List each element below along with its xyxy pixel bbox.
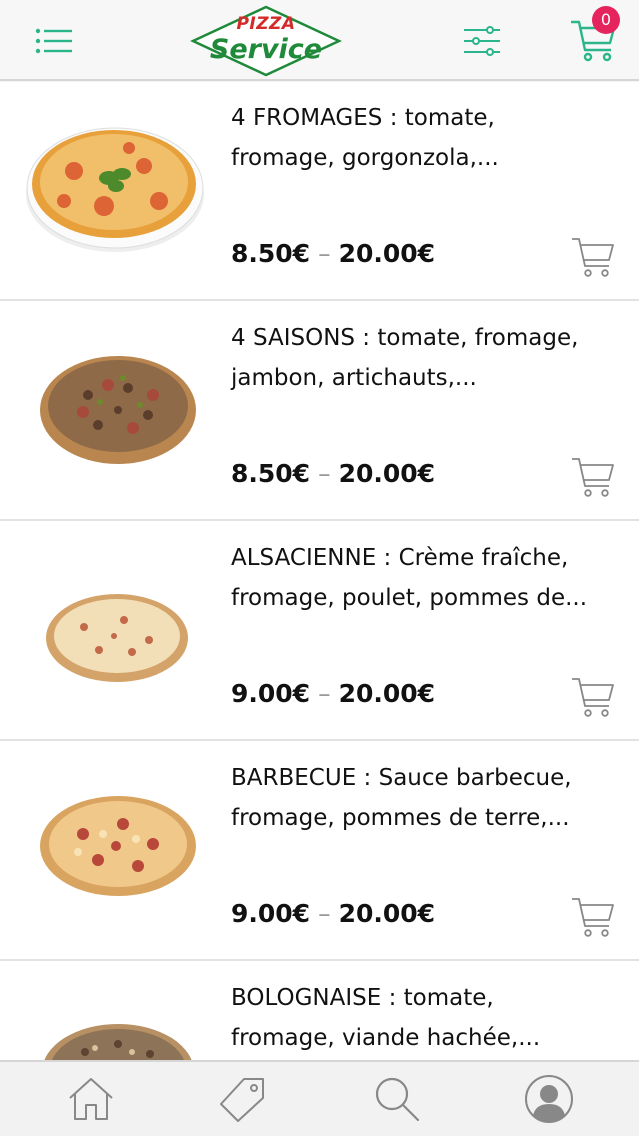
pizza-alsacienne-image bbox=[46, 594, 188, 682]
pizza-service-logo[interactable]: PIZZA Service bbox=[190, 4, 342, 78]
product-description: BOLOGNAISE : tomate, fromage, viande hac… bbox=[231, 985, 541, 1051]
add-to-cart-icon[interactable] bbox=[570, 674, 616, 720]
price-max: 20.00€ bbox=[338, 899, 436, 928]
pizza-barbecue-image bbox=[40, 796, 196, 896]
tag-icon[interactable] bbox=[218, 1074, 268, 1124]
add-to-cart-icon[interactable] bbox=[570, 454, 616, 500]
price-separator: – bbox=[318, 899, 331, 928]
app-header: PIZZA Service 0 bbox=[0, 0, 639, 81]
product-price: 9.00€ –20.00€ bbox=[231, 679, 435, 708]
price-max: 20.00€ bbox=[338, 459, 436, 488]
pizza-bolognaise-image bbox=[44, 1024, 192, 1060]
price-max: 20.00€ bbox=[338, 239, 436, 268]
price-separator: – bbox=[318, 679, 331, 708]
price-min: 8.50€ bbox=[231, 459, 311, 488]
price-min: 8.50€ bbox=[231, 239, 311, 268]
logo-top-text: PIZZA bbox=[236, 14, 296, 34]
product-price: 9.00€ –20.00€ bbox=[231, 899, 435, 928]
bottom-navigation bbox=[0, 1060, 639, 1136]
price-separator: – bbox=[318, 239, 331, 268]
search-icon[interactable] bbox=[372, 1074, 422, 1124]
menu-icon[interactable] bbox=[34, 26, 74, 56]
logo-bottom-text: Service bbox=[209, 34, 323, 65]
home-icon[interactable] bbox=[66, 1074, 116, 1124]
price-separator: – bbox=[318, 459, 331, 488]
product-item[interactable]: 4 FROMAGES : tomate, fromage, gorgonzola… bbox=[0, 82, 639, 301]
account-icon[interactable] bbox=[524, 1074, 574, 1124]
add-to-cart-icon[interactable] bbox=[570, 234, 616, 280]
price-max: 20.00€ bbox=[338, 679, 436, 708]
price-min: 9.00€ bbox=[231, 899, 311, 928]
product-item[interactable]: BARBECUE : Sauce barbecue, fromage, pomm… bbox=[0, 742, 639, 961]
product-description: BARBECUE : Sauce barbecue, fromage, pomm… bbox=[231, 765, 572, 831]
pizza-4-fromages-image bbox=[26, 127, 204, 252]
product-price: 8.50€ –20.00€ bbox=[231, 459, 435, 488]
product-description: 4 FROMAGES : tomate, fromage, gorgonzola… bbox=[231, 105, 499, 171]
cart-count-badge: 0 bbox=[592, 6, 620, 34]
product-price: 8.50€ –20.00€ bbox=[231, 239, 435, 268]
product-item[interactable]: BOLOGNAISE : tomate, fromage, viande hac… bbox=[0, 962, 639, 1060]
filter-icon[interactable] bbox=[462, 24, 502, 58]
add-to-cart-icon[interactable] bbox=[570, 894, 616, 940]
product-item[interactable]: ALSACIENNE : Crème fraîche, fromage, pou… bbox=[0, 522, 639, 741]
product-item[interactable]: 4 SAISONS : tomate, fromage, jambon, art… bbox=[0, 302, 639, 521]
product-list[interactable]: 4 FROMAGES : tomate, fromage, gorgonzola… bbox=[0, 82, 639, 1060]
price-min: 9.00€ bbox=[231, 679, 311, 708]
product-description: 4 SAISONS : tomate, fromage, jambon, art… bbox=[231, 325, 579, 391]
pizza-4-saisons-image bbox=[40, 356, 196, 464]
product-description: ALSACIENNE : Crème fraîche, fromage, pou… bbox=[231, 545, 588, 611]
